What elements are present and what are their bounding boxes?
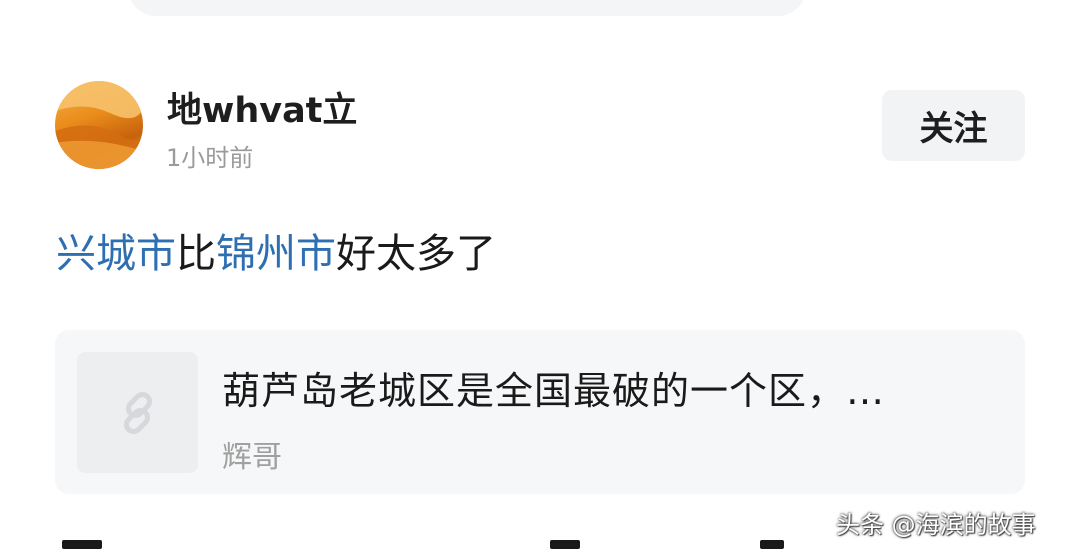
avatar[interactable] — [55, 81, 143, 169]
comment-segment: 比 — [176, 231, 216, 277]
card-author: 辉哥 — [222, 440, 282, 475]
next-post-peek — [62, 540, 102, 549]
author-name[interactable]: 地whvat立 — [167, 82, 357, 133]
comment-text: 兴城市比锦州市好太多了 — [56, 224, 496, 284]
next-post-peek — [550, 540, 580, 549]
comment-segment: 好太多了 — [336, 231, 496, 277]
post-time: 1小时前 — [166, 144, 254, 172]
topic-link-jinzhou[interactable]: 锦州市 — [216, 231, 336, 277]
card-title: 葫芦岛老城区是全国最破的一个区，… — [222, 369, 886, 413]
card-thumbnail — [77, 352, 198, 473]
avatar-image — [55, 81, 143, 169]
shared-article-card[interactable]: 葫芦岛老城区是全国最破的一个区，… 辉哥 — [55, 330, 1025, 494]
next-post-peek — [760, 540, 784, 549]
topic-link-xingcheng[interactable]: 兴城市 — [56, 231, 176, 277]
link-icon — [123, 391, 152, 434]
follow-button[interactable]: 关注 — [882, 90, 1025, 161]
watermark: 头条 @海滨的故事 — [836, 511, 1036, 539]
top-search-bar[interactable] — [128, 0, 806, 16]
